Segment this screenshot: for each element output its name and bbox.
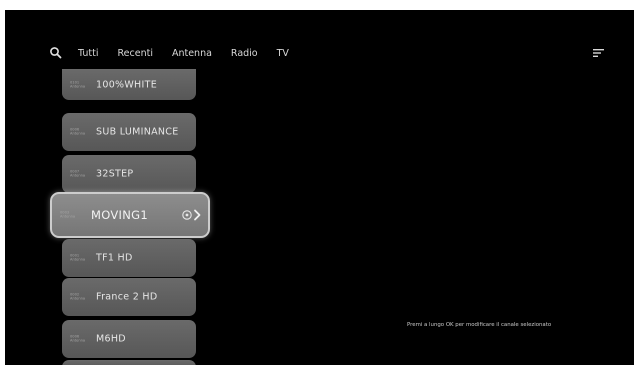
- channel-name: M6HD: [96, 333, 126, 345]
- channel-meta: 0006 Antenna: [70, 128, 85, 137]
- channel-item[interactable]: 0101 Antenna 100%WHITE: [62, 69, 196, 100]
- channel-source: Antenna: [70, 339, 86, 343]
- tab-tv[interactable]: TV: [277, 48, 289, 59]
- channel-name: SUB LUMINANCE: [96, 126, 179, 138]
- search-icon[interactable]: [49, 46, 63, 60]
- tv-screen: Tutti Recenti Antenna Radio TV 0101 Ante…: [5, 10, 634, 365]
- channel-source: Antenna: [70, 258, 86, 262]
- channel-name: France 2 HD: [96, 291, 158, 303]
- sort-icon[interactable]: [593, 48, 605, 58]
- channel-item-selected[interactable]: 0003 Antenna MOVING1: [50, 192, 210, 238]
- channel-item[interactable]: 0001 Antenna TF1 HD: [62, 239, 196, 277]
- channel-source: Antenna: [70, 174, 86, 178]
- tab-antenna[interactable]: Antenna: [172, 48, 212, 59]
- channel-item[interactable]: 0006 Antenna M6HD: [62, 320, 196, 358]
- channel-name: TF1 HD: [96, 252, 133, 264]
- channel-item[interactable]: 0007 Antenna 32STEP: [62, 155, 196, 193]
- channel-item[interactable]: 0006 Antenna SUB LUMINANCE: [62, 113, 196, 151]
- tab-tutti[interactable]: Tutti: [78, 48, 98, 59]
- channel-meta: 0101 Antenna: [70, 80, 85, 89]
- channel-meta: 0003 Antenna: [60, 211, 75, 220]
- channel-name: 32STEP: [96, 168, 134, 180]
- filter-tabs: Tutti Recenti Antenna Radio TV: [78, 45, 308, 61]
- channel-meta: 0001 Antenna: [70, 254, 85, 263]
- channel-source: Antenna: [60, 215, 76, 219]
- tab-radio[interactable]: Radio: [231, 48, 258, 59]
- channel-source: Antenna: [70, 132, 86, 136]
- channel-item[interactable]: 0002 Antenna France 2 HD: [62, 278, 196, 316]
- channel-source: Antenna: [70, 297, 86, 301]
- channel-meta: 0007 Antenna: [70, 170, 85, 179]
- channel-item-partial[interactable]: [62, 360, 196, 365]
- tab-recenti[interactable]: Recenti: [117, 48, 152, 59]
- channel-meta: 0002 Antenna: [70, 293, 85, 302]
- channel-name: 100%WHITE: [96, 79, 158, 90]
- hint-text: Premi a lungo OK per modificare il canal…: [407, 322, 552, 328]
- channel-name: MOVING1: [91, 208, 148, 222]
- channel-meta: 0006 Antenna: [70, 335, 85, 344]
- channel-source: Antenna: [70, 84, 86, 89]
- move-channel-icon[interactable]: [181, 209, 203, 221]
